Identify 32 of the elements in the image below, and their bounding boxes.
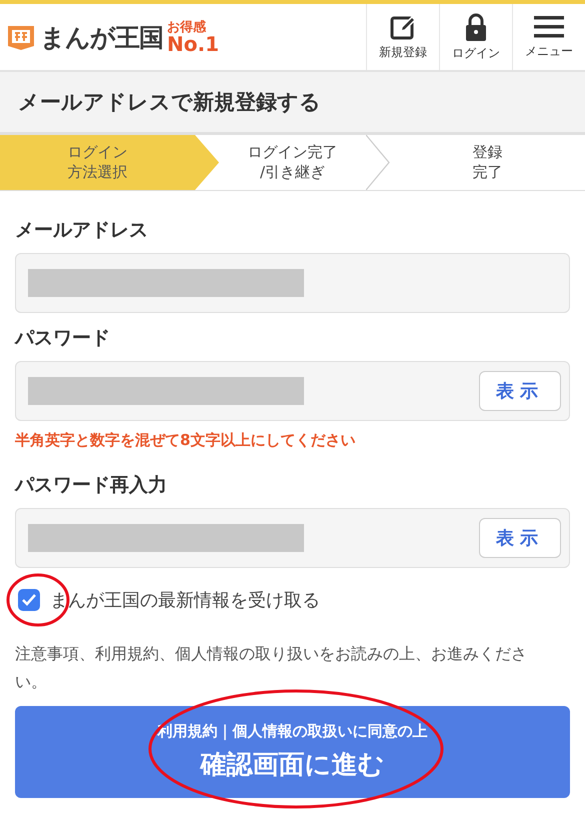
chevron-divider: [366, 135, 390, 190]
notice-text: 注意事項、利用規約、個人情報の取り扱いをお読みの上、お進みください。: [15, 643, 528, 693]
field-label: パスワード再入力: [15, 473, 168, 498]
input-field[interactable]: [15, 253, 570, 313]
hint-text: 半角英字と数字を混ぜて8文字以上にしてください: [15, 431, 356, 450]
logo-text: まんが王国: [40, 22, 163, 54]
page-title: メールアドレスで新規登録する: [0, 72, 585, 135]
checkbox[interactable]: [18, 589, 40, 611]
input-field[interactable]: 表示: [15, 361, 570, 421]
lock-icon: [465, 12, 487, 40]
step-label: ログイン: [68, 143, 128, 162]
highlight-ellipse: [5, 572, 71, 628]
nav-button[interactable]: ログイン: [439, 4, 512, 70]
menu-icon: [534, 14, 564, 38]
badge-text: お得感: [167, 20, 207, 34]
badge-text: No.1: [167, 34, 219, 54]
step-label: 方法選択: [68, 162, 128, 182]
step-label: 登録: [472, 143, 502, 162]
check-icon: [21, 593, 37, 607]
show-button[interactable]: 表示: [479, 371, 561, 411]
field-label: パスワード: [15, 326, 111, 351]
nav-button[interactable]: メニュー: [512, 4, 585, 70]
show-button[interactable]: 表示: [479, 518, 561, 558]
step-label: 完了: [472, 162, 502, 182]
edit-icon: [390, 14, 416, 40]
nav-button[interactable]: 新規登録: [366, 4, 439, 70]
step-label: /引き継ぎ: [260, 162, 326, 182]
logo-icon: [6, 23, 36, 51]
input-field[interactable]: 表示: [15, 508, 570, 568]
checkbox-label: まんが王国の最新情報を受け取る: [50, 589, 320, 612]
step-label: ログイン完了: [248, 143, 338, 162]
field-label: メールアドレス: [15, 218, 149, 243]
